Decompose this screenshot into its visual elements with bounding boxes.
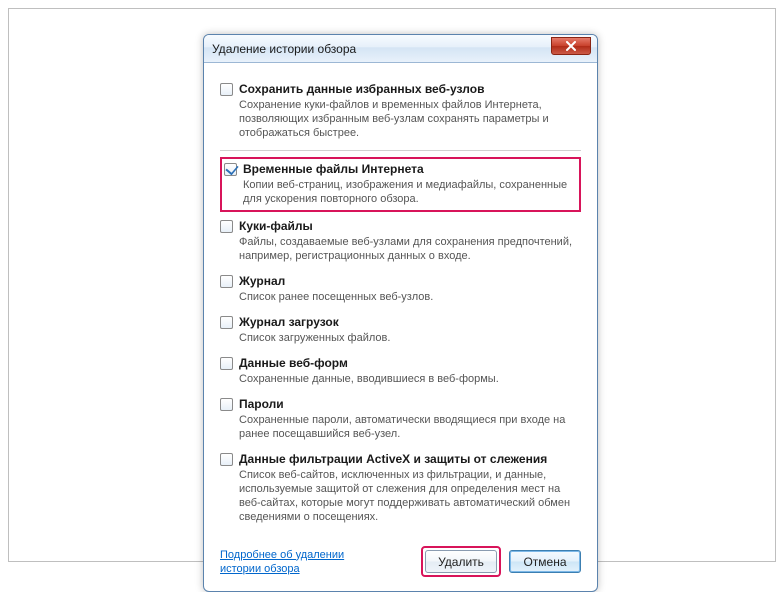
option-text: Журнал Список ранее посещенных веб-узлов… <box>239 273 581 304</box>
option-text: Сохранить данные избранных веб-узлов Сох… <box>239 81 581 140</box>
option-desc: Сохраненные пароли, автоматически вводящ… <box>239 413 581 441</box>
option-desc: Список загруженных файлов. <box>239 331 581 345</box>
option-form-data[interactable]: Данные веб-форм Сохраненные данные, ввод… <box>220 351 581 392</box>
dialog-title: Удаление истории обзора <box>212 42 356 56</box>
option-text: Данные веб-форм Сохраненные данные, ввод… <box>239 355 581 386</box>
option-label: Журнал <box>239 273 581 289</box>
option-text: Куки-файлы Файлы, создаваемые веб-узлами… <box>239 218 581 263</box>
checkbox-icon[interactable] <box>220 398 233 411</box>
titlebar: Удаление истории обзора <box>204 35 597 63</box>
option-history[interactable]: Журнал Список ранее посещенных веб-узлов… <box>220 269 581 310</box>
option-desc: Сохраненные данные, вводившиеся в веб-фо… <box>239 372 581 386</box>
checkbox-icon[interactable] <box>220 275 233 288</box>
option-cookies[interactable]: Куки-файлы Файлы, создаваемые веб-узлами… <box>220 214 581 269</box>
close-button[interactable] <box>551 37 591 55</box>
option-text: Данные фильтрации ActiveX и защиты от сл… <box>239 451 581 524</box>
separator <box>220 150 581 151</box>
checkbox-icon[interactable] <box>220 83 233 96</box>
checkbox-icon[interactable] <box>224 163 237 176</box>
option-desc: Копии веб-страниц, изображения и медиафа… <box>243 178 577 206</box>
option-download-history[interactable]: Журнал загрузок Список загруженных файло… <box>220 310 581 351</box>
help-link[interactable]: Подробнее об удалении истории обзора <box>220 548 370 576</box>
options-area: Сохранить данные избранных веб-узлов Сох… <box>204 63 597 536</box>
close-icon <box>566 41 576 51</box>
option-label: Журнал загрузок <box>239 314 581 330</box>
checkbox-icon[interactable] <box>220 453 233 466</box>
option-passwords[interactable]: Пароли Сохраненные пароли, автоматически… <box>220 392 581 447</box>
option-desc: Сохранение куки-файлов и временных файло… <box>239 98 581 140</box>
option-text: Журнал загрузок Список загруженных файло… <box>239 314 581 345</box>
option-label: Пароли <box>239 396 581 412</box>
option-label: Сохранить данные избранных веб-узлов <box>239 81 581 97</box>
option-label: Временные файлы Интернета <box>243 161 577 177</box>
checkbox-icon[interactable] <box>220 357 233 370</box>
option-text: Временные файлы Интернета Копии веб-стра… <box>243 161 577 206</box>
page-frame: Удаление истории обзора Сохранить данные… <box>8 8 776 562</box>
checkbox-icon[interactable] <box>220 220 233 233</box>
delete-history-dialog: Удаление истории обзора Сохранить данные… <box>203 34 598 592</box>
delete-button-highlight: Удалить <box>421 546 501 577</box>
option-desc: Список ранее посещенных веб-узлов. <box>239 290 581 304</box>
option-label: Куки-файлы <box>239 218 581 234</box>
checkbox-icon[interactable] <box>220 316 233 329</box>
option-text: Пароли Сохраненные пароли, автоматически… <box>239 396 581 441</box>
option-label: Данные фильтрации ActiveX и защиты от сл… <box>239 451 581 467</box>
option-desc: Список веб-сайтов, исключенных из фильтр… <box>239 468 581 524</box>
option-desc: Файлы, создаваемые веб-узлами для сохран… <box>239 235 581 263</box>
option-label: Данные веб-форм <box>239 355 581 371</box>
dialog-footer: Подробнее об удалении истории обзора Уда… <box>204 536 597 591</box>
option-activex-tracking[interactable]: Данные фильтрации ActiveX и защиты от сл… <box>220 447 581 530</box>
option-preserve-favorites[interactable]: Сохранить данные избранных веб-узлов Сох… <box>220 77 581 146</box>
option-temp-internet-files[interactable]: Временные файлы Интернета Копии веб-стра… <box>220 157 581 212</box>
